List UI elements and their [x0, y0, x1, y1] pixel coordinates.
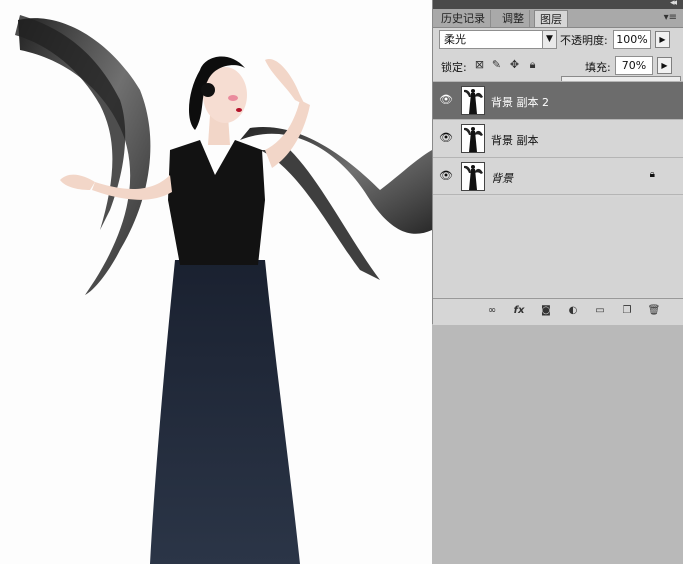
fill-label: 填充:: [585, 61, 611, 74]
group-icon[interactable]: ▭: [593, 304, 607, 318]
panel-tab-bar: 历史记录 调整 图层 ▾≡: [433, 9, 683, 28]
fx-icon[interactable]: fx: [512, 304, 526, 318]
workspace-background: [432, 324, 683, 564]
tab-history[interactable]: 历史记录: [436, 10, 491, 27]
tab-layers[interactable]: 图层: [534, 10, 568, 27]
layer-name: 背景 副本: [491, 134, 539, 147]
layers-empty-area: [433, 197, 683, 297]
lock-all-icon[interactable]: 🔒︎: [526, 58, 539, 71]
lock-move-icon[interactable]: ✥: [508, 58, 521, 71]
layer-row[interactable]: 👁︎ 背景 副本 2: [433, 81, 683, 119]
link-icon[interactable]: ∞: [485, 304, 499, 318]
lock-paint-icon[interactable]: ✎: [490, 58, 503, 71]
layer-name: 背景: [491, 172, 513, 185]
eye-icon[interactable]: 👁︎: [439, 170, 453, 182]
layer-thumbnail: [461, 162, 485, 191]
layer-lock-icon: 🔒︎: [649, 169, 655, 180]
fill-field[interactable]: 70%: [615, 56, 653, 75]
mask-icon[interactable]: ◙: [539, 304, 553, 318]
eye-icon[interactable]: 👁︎: [439, 94, 453, 106]
adjustment-icon[interactable]: ◐: [566, 304, 580, 318]
opacity-label: 不透明度:: [560, 34, 608, 47]
tab-adjustments[interactable]: 调整: [497, 10, 530, 27]
panel-title-strip: ◂◂: [433, 0, 683, 9]
panel-menu-icon[interactable]: ▾≡: [664, 12, 677, 23]
photo-dancer: [15, 15, 432, 564]
lock-transparent-icon[interactable]: ⊠: [473, 58, 486, 71]
layer-thumbnail: [461, 124, 485, 153]
new-layer-icon[interactable]: ❐: [620, 304, 634, 318]
collapse-icon[interactable]: ◂◂: [670, 0, 677, 8]
document-canvas[interactable]: [0, 0, 432, 564]
trash-icon[interactable]: 🗑︎: [647, 304, 661, 318]
layer-row[interactable]: 👁︎ 背景 副本: [433, 119, 683, 157]
opacity-field[interactable]: 100%: [613, 30, 651, 49]
blend-mode-select[interactable]: 柔光: [439, 30, 557, 49]
opacity-slider-button[interactable]: ▶: [655, 31, 670, 48]
layer-row[interactable]: 👁︎ 背景 🔒︎: [433, 157, 683, 195]
fill-slider-button[interactable]: ▶: [657, 57, 672, 74]
chevron-down-icon[interactable]: ▼: [542, 30, 557, 49]
layer-thumbnail: [461, 86, 485, 115]
layers-bottom-toolbar: ∞ fx ◙ ◐ ▭ ❐ 🗑︎: [433, 298, 683, 325]
eye-icon[interactable]: 👁︎: [439, 132, 453, 144]
lock-label: 锁定:: [441, 61, 467, 74]
layer-name: 背景 副本 2: [491, 96, 549, 109]
layers-panel: ◂◂ 历史记录 调整 图层 ▾≡ 柔光 ▼ 不透明度: 100% ▶ 锁定: ⊠…: [432, 0, 683, 325]
